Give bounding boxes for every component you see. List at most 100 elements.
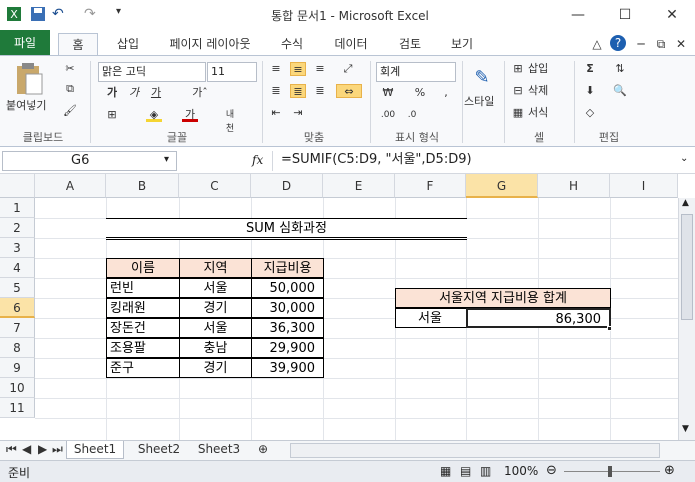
increase-decimal-icon[interactable]: .00 — [380, 108, 396, 122]
criteria-cell[interactable]: 서울 — [395, 308, 467, 328]
table-cell-region[interactable]: 서울 — [179, 278, 252, 298]
row-header[interactable]: 3 — [0, 238, 35, 258]
table-header-cell[interactable]: 이름 — [106, 258, 180, 278]
tab-insert[interactable]: 삽입 — [108, 33, 148, 56]
row-header[interactable]: 1 — [0, 198, 35, 218]
font-color-icon[interactable]: 가 — [182, 108, 198, 122]
table-cell-amount[interactable]: 36,300 — [251, 318, 324, 338]
table-cell-name[interactable]: 조용팔 — [106, 338, 180, 358]
italic-icon[interactable]: 가 — [126, 86, 142, 100]
format-cells-label[interactable]: 서식 — [528, 105, 548, 121]
align-left-icon[interactable]: ≣ — [268, 84, 284, 98]
row-header[interactable]: 11 — [0, 398, 35, 418]
minimize-icon[interactable]: — — [555, 0, 601, 30]
format-cells-icon[interactable]: ▦ — [510, 106, 526, 120]
select-all-corner[interactable] — [0, 174, 35, 198]
paste-label[interactable]: 붙여넣기 — [6, 98, 46, 114]
percent-icon[interactable]: % — [412, 86, 428, 100]
table-header-cell[interactable]: 지역 — [179, 258, 252, 278]
align-center-icon[interactable]: ≣ — [290, 84, 306, 98]
scroll-up-icon[interactable]: ▲ — [682, 198, 689, 208]
table-cell-name[interactable]: 킹래원 — [106, 298, 180, 318]
font-name-combo[interactable]: 맑은 고딕 — [98, 62, 206, 82]
expand-formula-icon[interactable]: ⌄ — [680, 153, 688, 164]
name-box[interactable]: G6 — [2, 151, 177, 171]
fill-color-icon[interactable]: ◈ — [146, 108, 162, 122]
decrease-indent-icon[interactable]: ⇤ — [268, 106, 284, 120]
paste-icon[interactable] — [14, 62, 44, 96]
scroll-thumb[interactable] — [681, 214, 693, 320]
last-sheet-icon[interactable]: ⏭ — [52, 441, 63, 459]
window-min-icon[interactable]: ─ — [634, 33, 648, 56]
table-cell-region[interactable]: 경기 — [179, 298, 252, 318]
copy-icon[interactable]: ⧉ — [62, 82, 78, 96]
normal-view-icon[interactable]: ▦ — [440, 464, 451, 478]
row-header[interactable]: 7 — [0, 318, 35, 338]
window-close-icon[interactable]: ✕ — [674, 33, 688, 56]
align-bottom-icon[interactable]: ≡ — [312, 62, 328, 76]
decrease-decimal-icon[interactable]: .0 — [404, 108, 420, 122]
sort-filter-icon[interactable]: ⇅ — [612, 62, 628, 76]
save-icon[interactable] — [30, 6, 46, 22]
vertical-scrollbar[interactable]: ▲ ▼ — [678, 198, 695, 440]
insert-cells-label[interactable]: 삽입 — [528, 61, 548, 77]
table-cell-region[interactable]: 서울 — [179, 318, 252, 338]
tab-file[interactable]: 파일 — [0, 30, 50, 56]
sheet-tab-sheet2[interactable]: Sheet2 — [132, 441, 186, 459]
first-sheet-icon[interactable]: ⏮ — [6, 441, 17, 459]
worksheet-grid[interactable]: A B C D E F G H I 1 2 3 4 5 6 7 8 9 10 1… — [0, 174, 695, 440]
comma-style-icon[interactable]: , — [438, 86, 454, 100]
tab-view[interactable]: 보기 — [442, 33, 482, 56]
prev-sheet-icon[interactable]: ◀ — [22, 441, 31, 459]
zoom-in-icon[interactable]: ⊕ — [664, 463, 675, 478]
tab-review[interactable]: 검토 — [390, 33, 430, 56]
row-header[interactable]: 2 — [0, 218, 35, 238]
number-format-combo[interactable]: 회계 — [376, 62, 456, 82]
zoom-slider[interactable] — [564, 471, 660, 472]
sheet-title-cell[interactable]: SUM 심화과정 — [106, 218, 467, 240]
collapse-ribbon-icon[interactable]: △ — [590, 33, 604, 56]
align-top-icon[interactable]: ≡ — [268, 62, 284, 76]
column-header[interactable]: C — [179, 174, 251, 198]
undo-icon[interactable]: ↶ — [52, 6, 68, 22]
tab-home[interactable]: 홈 — [58, 33, 98, 57]
clear-icon[interactable]: ◇ — [582, 106, 598, 120]
align-right-icon[interactable]: ≣ — [312, 84, 328, 98]
horizontal-scrollbar[interactable] — [290, 443, 660, 458]
style-label[interactable]: 스타일 — [464, 94, 494, 110]
redo-icon[interactable]: ↷ — [84, 6, 100, 22]
row-header[interactable]: 4 — [0, 258, 35, 278]
orientation-icon[interactable]: ⤢ — [340, 62, 356, 76]
tab-formulas[interactable]: 수식 — [272, 33, 312, 56]
table-cell-name[interactable]: 장돈건 — [106, 318, 180, 338]
row-header[interactable]: 8 — [0, 338, 35, 358]
sheet-tab-sheet3[interactable]: Sheet3 — [192, 441, 246, 459]
row-header[interactable]: 5 — [0, 278, 35, 298]
page-break-view-icon[interactable]: ▥ — [480, 464, 491, 478]
table-cell-name[interactable]: 런빈 — [106, 278, 180, 298]
font-size-combo[interactable]: 11 — [207, 62, 257, 82]
merge-center-icon[interactable]: ⇔ — [336, 84, 362, 98]
table-cell-amount[interactable]: 30,000 — [251, 298, 324, 318]
scroll-down-icon[interactable]: ▼ — [682, 424, 689, 434]
grow-font-icon[interactable]: 가ˆ — [192, 86, 208, 100]
increase-indent-icon[interactable]: ⇥ — [290, 106, 306, 120]
align-middle-icon[interactable]: ≡ — [290, 62, 306, 76]
column-header[interactable]: G — [466, 174, 538, 198]
column-header[interactable]: B — [106, 174, 179, 198]
formula-input[interactable]: =SUMIF(C5:D9, "서울",D5:D9) — [272, 151, 680, 171]
delete-cells-label[interactable]: 삭제 — [528, 83, 548, 99]
underline-icon[interactable]: 가 — [148, 86, 164, 100]
row-header[interactable]: 9 — [0, 358, 35, 378]
summary-label-cell[interactable]: 서울지역 지급비용 합계 — [395, 288, 611, 308]
table-cell-amount[interactable]: 50,000 — [251, 278, 324, 298]
cut-icon[interactable]: ✂ — [62, 62, 78, 76]
table-cell-amount[interactable]: 39,900 — [251, 358, 324, 378]
find-select-icon[interactable]: 🔍 — [612, 84, 628, 98]
name-box-dropdown-icon[interactable]: ▾ — [164, 154, 169, 165]
table-cell-region[interactable]: 경기 — [179, 358, 252, 378]
table-cell-region[interactable]: 충남 — [179, 338, 252, 358]
new-sheet-icon[interactable]: ⊕ — [258, 441, 268, 459]
column-header[interactable]: A — [35, 174, 106, 198]
tab-data[interactable]: 데이터 — [326, 33, 376, 56]
